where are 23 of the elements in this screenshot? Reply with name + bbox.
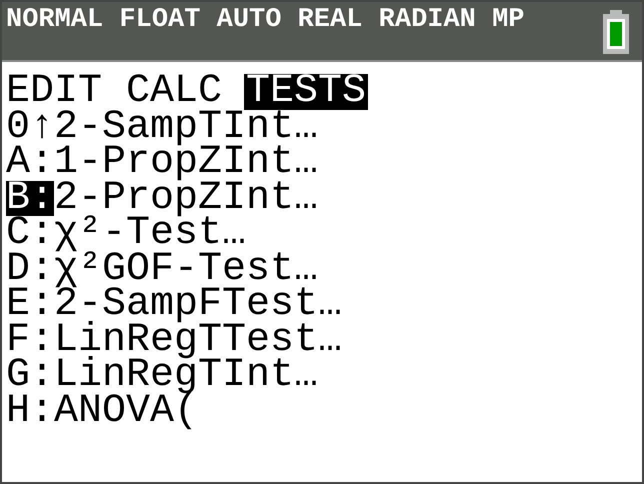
item-key[interactable]: E: <box>6 287 54 322</box>
item-key[interactable]: 0↑ <box>6 110 54 145</box>
item-key[interactable]: H: <box>6 394 54 429</box>
item-key[interactable]: B: <box>6 180 54 216</box>
menu-tab[interactable]: EDIT <box>4 74 104 110</box>
menu-item-label[interactable]: LinRegTInt… <box>54 358 318 394</box>
menu-tab[interactable]: CALC <box>124 74 224 110</box>
item-key[interactable]: D: <box>6 252 54 287</box>
item-key[interactable]: G: <box>6 358 54 394</box>
menu-item-label[interactable]: χ²-Test… <box>54 216 246 252</box>
menu-item-label[interactable]: ANOVA( <box>54 394 198 429</box>
menu-item-label[interactable]: LinRegTTest… <box>54 322 342 358</box>
menu-item-label[interactable]: 2-SampTInt… <box>54 110 318 145</box>
menu-item-label[interactable]: χ²GOF-Test… <box>54 252 318 287</box>
mode-indicators: NORMAL FLOAT AUTO REAL RADIAN MP <box>6 4 524 36</box>
battery-icon <box>602 10 630 54</box>
menu-item-label[interactable]: 2-PropZInt… <box>54 180 318 216</box>
item-key[interactable]: A: <box>6 145 54 180</box>
menu-tab[interactable]: TESTS <box>244 74 368 110</box>
menu-item-label[interactable]: 2-SampFTest… <box>54 287 342 322</box>
item-key[interactable]: C: <box>6 216 54 252</box>
menu-item-label[interactable]: 1-PropZInt… <box>54 145 318 180</box>
item-key[interactable]: F: <box>6 322 54 358</box>
